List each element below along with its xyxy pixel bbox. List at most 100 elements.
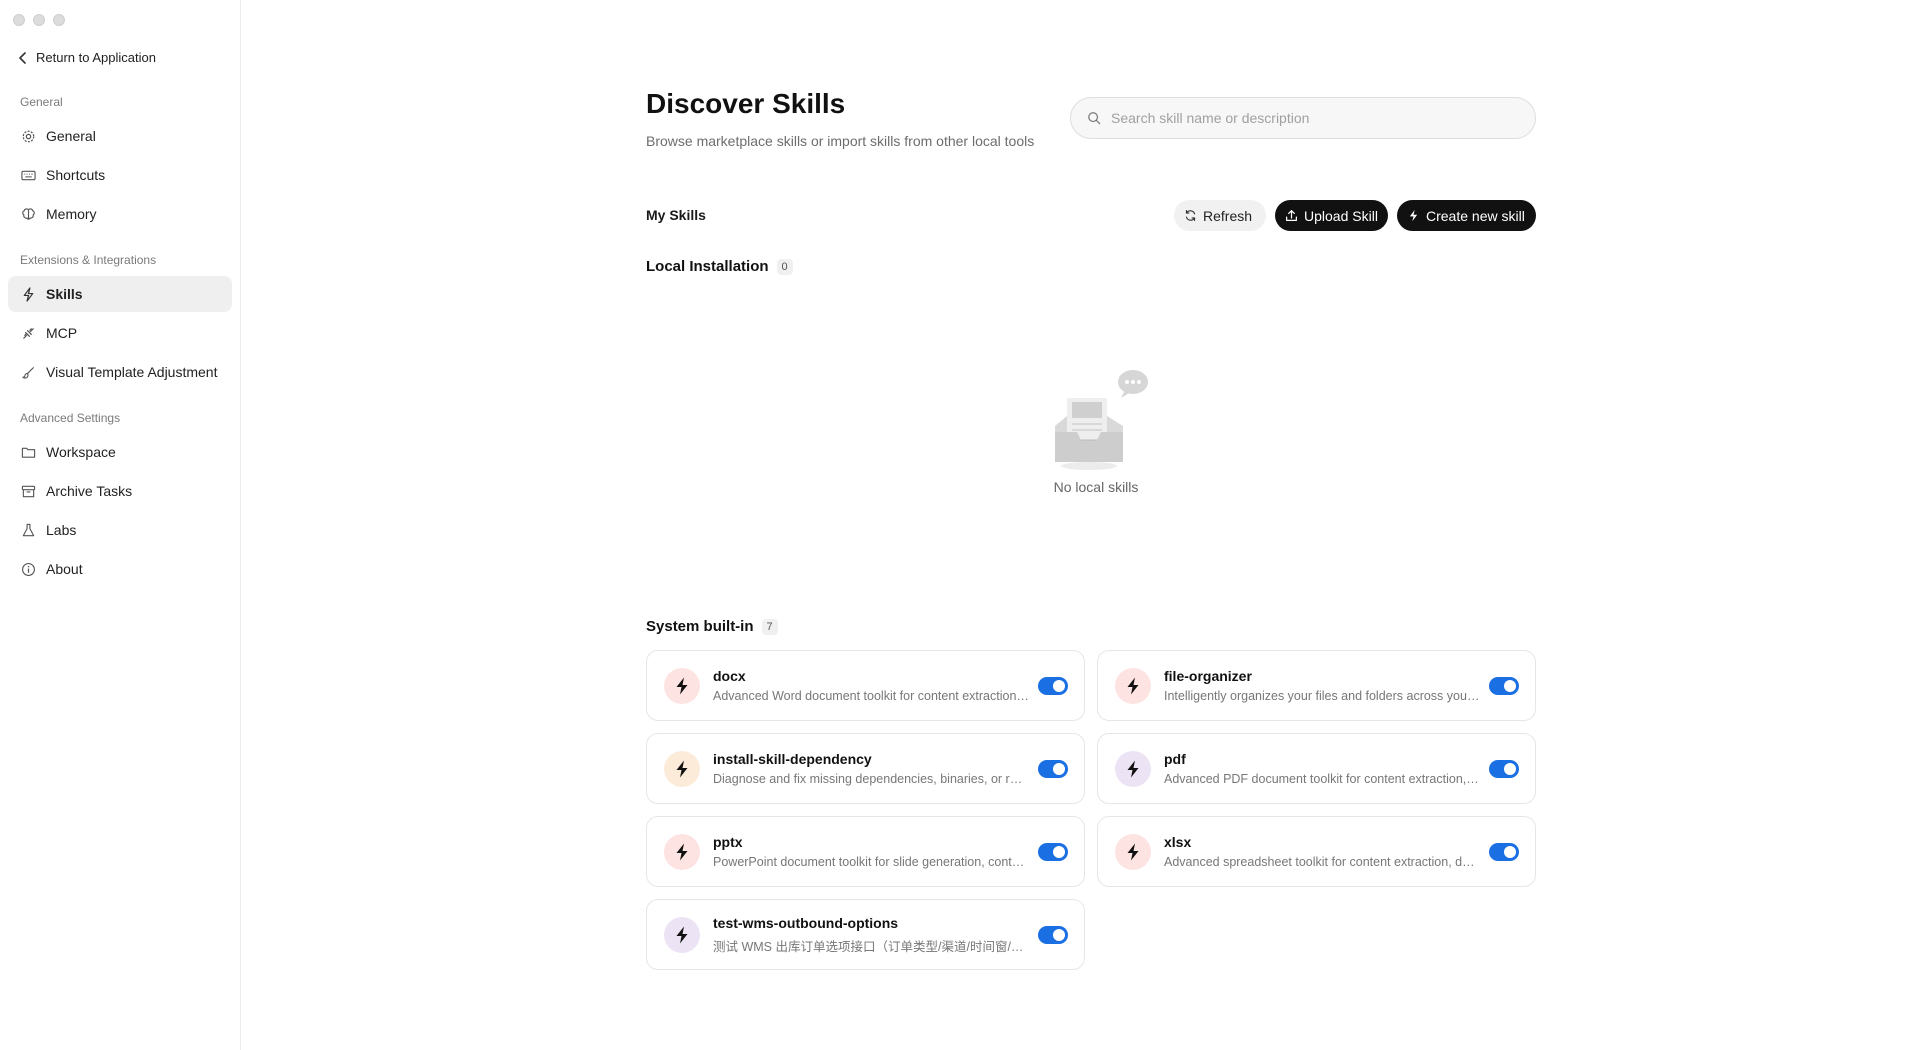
info-icon (22, 562, 35, 576)
upload-skill-button[interactable]: Upload Skill (1275, 200, 1388, 231)
sidebar-item-label: About (46, 561, 83, 577)
sidebar-item-label: Skills (46, 286, 83, 302)
section-label-advanced: Advanced Settings (20, 411, 121, 425)
skill-enable-toggle[interactable] (1038, 677, 1068, 695)
refresh-icon (1185, 210, 1196, 221)
sidebar-item-shortcuts[interactable]: Shortcuts (8, 157, 232, 193)
page-subtitle: Browse marketplace skills or import skil… (646, 133, 1035, 149)
skill-name: docx (713, 668, 746, 684)
plug-icon (23, 327, 34, 339)
bolt-icon (676, 843, 688, 860)
local-installation-title: Local Installation (646, 258, 769, 275)
sidebar-item-archive-tasks[interactable]: Archive Tasks (8, 473, 232, 509)
local-installation-header: Local Installation 0 (646, 258, 793, 275)
sidebar-item-label: General (46, 128, 96, 144)
skill-name: file-organizer (1164, 668, 1252, 684)
flask-icon (22, 523, 35, 536)
system-builtin-header: System built-in 7 (646, 618, 778, 635)
close-window-button[interactable] (13, 14, 25, 26)
skill-card-docx[interactable]: docx Advanced Word document toolkit for … (646, 650, 1085, 721)
skill-enable-toggle[interactable] (1489, 677, 1519, 695)
bolt-icon (23, 286, 34, 302)
skill-icon-wrap (1115, 750, 1151, 787)
builtin-count-badge: 7 (761, 618, 778, 635)
sidebar-item-mcp[interactable]: MCP (8, 315, 232, 351)
sidebar-item-workspace[interactable]: Workspace (8, 434, 232, 470)
bolt-icon (676, 677, 688, 694)
skill-enable-toggle[interactable] (1038, 926, 1068, 944)
empty-inbox-illustration (1055, 370, 1148, 470)
sidebar-item-visual-template-adjustment[interactable]: Visual Template Adjustment (8, 354, 232, 390)
skill-icon-wrap (1115, 667, 1151, 704)
sidebar-item-about[interactable]: About (8, 551, 232, 587)
search-box[interactable] (1070, 97, 1536, 139)
keyboard-icon (21, 170, 36, 180)
skill-enable-toggle[interactable] (1489, 760, 1519, 778)
create-new-skill-button[interactable]: Create new skill (1397, 200, 1536, 231)
skill-description: Diagnose and fix missing dependencies, b… (713, 772, 1029, 786)
sidebar-item-label: Shortcuts (46, 167, 106, 183)
sidebar-item-memory[interactable]: Memory (8, 196, 232, 232)
gear-icon (22, 130, 35, 142)
chevron-left-icon (19, 51, 26, 64)
skill-enable-toggle[interactable] (1489, 843, 1519, 861)
brush-icon (22, 366, 35, 379)
refresh-button[interactable]: Refresh (1174, 200, 1266, 231)
window-controls (13, 14, 65, 26)
system-builtin-title: System built-in (646, 618, 754, 635)
archive-icon (21, 485, 36, 497)
skill-name: pdf (1164, 751, 1186, 767)
sidebar-item-label: MCP (46, 325, 78, 341)
sidebar-item-label: Visual Template Adjustment (46, 364, 218, 380)
bolt-icon (1127, 760, 1139, 777)
skill-icon-wrap (664, 916, 700, 953)
refresh-label: Refresh (1203, 207, 1253, 224)
bolt-icon (676, 926, 688, 943)
skill-card-xlsx[interactable]: xlsx Advanced spreadsheet toolkit for co… (1097, 816, 1536, 887)
folder-icon (21, 447, 36, 458)
my-skills-label: My Skills (646, 207, 706, 223)
skill-icon-wrap (664, 667, 700, 704)
sidebar-item-label: Memory (46, 206, 97, 222)
return-label: Return to Application (36, 50, 156, 65)
skill-card-test-wms-outbound-options[interactable]: test-wms-outbound-options 测试 WMS 出库订单选项接… (646, 899, 1085, 970)
skill-name: pptx (713, 834, 743, 850)
skill-icon-wrap (664, 833, 700, 870)
skill-card-pptx[interactable]: pptx PowerPoint document toolkit for sli… (646, 816, 1085, 887)
create-label: Create new skill (1426, 207, 1525, 224)
sidebar-item-label: Workspace (46, 444, 116, 460)
search-icon (1088, 112, 1101, 125)
sidebar-item-general[interactable]: General (8, 118, 232, 154)
sidebar-item-label: Archive Tasks (46, 483, 133, 499)
skill-enable-toggle[interactable] (1038, 760, 1068, 778)
skill-description: 测试 WMS 出库订单选项接口（订单类型/渠道/时间窗/订单状态） (713, 939, 1029, 954)
section-label-general: General (20, 95, 63, 109)
skill-card-pdf[interactable]: pdf Advanced PDF document toolkit for co… (1097, 733, 1536, 804)
skill-icon-wrap (664, 750, 700, 787)
skill-description: PowerPoint document toolkit for slide ge… (713, 855, 1029, 869)
bolt-icon (676, 760, 688, 777)
skill-enable-toggle[interactable] (1038, 843, 1068, 861)
skill-description: Advanced spreadsheet toolkit for content… (1164, 855, 1480, 869)
maximize-window-button[interactable] (53, 14, 65, 26)
settings-sidebar: Return to Application General General Sh… (0, 0, 241, 1050)
minimize-window-button[interactable] (33, 14, 45, 26)
skill-card-install-skill-dependency[interactable]: install-skill-dependency Diagnose and fi… (646, 733, 1085, 804)
empty-state: No local skills (1041, 368, 1151, 495)
sidebar-item-labs[interactable]: Labs (8, 512, 232, 548)
brain-icon (22, 207, 35, 220)
upload-icon (1286, 210, 1297, 221)
empty-state-text: No local skills (1053, 479, 1139, 495)
bolt-icon (1127, 843, 1139, 860)
sidebar-item-label: Labs (46, 522, 77, 538)
skill-card-file-organizer[interactable]: file-organizer Intelligently organizes y… (1097, 650, 1536, 721)
bolt-icon (1127, 677, 1139, 694)
skill-icon-wrap (1115, 833, 1151, 870)
search-input[interactable] (1111, 110, 1511, 126)
skill-name: xlsx (1164, 834, 1192, 850)
sidebar-item-skills[interactable]: Skills (8, 276, 232, 312)
skill-name: install-skill-dependency (713, 751, 872, 767)
upload-label: Upload Skill (1304, 207, 1378, 224)
skill-description: Intelligently organizes your files and f… (1164, 689, 1480, 703)
return-to-application-link[interactable]: Return to Application (18, 50, 156, 65)
